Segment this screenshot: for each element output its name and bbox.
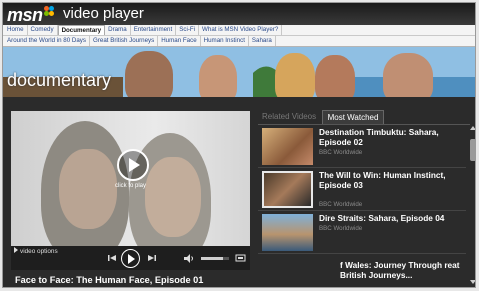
nav-tab-comedy[interactable]: Comedy <box>28 25 58 35</box>
list-item-title: Dire Straits: Sahara, Episode 04 <box>319 213 445 223</box>
video-options-label: video options <box>20 248 58 255</box>
documentary-banner: documentary <box>3 47 475 97</box>
nav-tab-home[interactable]: Home <box>4 25 28 35</box>
list-item-source: BBC Worldwide <box>319 225 363 232</box>
series-link-sahara[interactable]: Sahara <box>249 36 276 46</box>
play-button[interactable] <box>121 249 140 268</box>
banner-person-2 <box>199 55 237 97</box>
msn-video-player-window: msn video player Home Comedy Documentary… <box>2 2 476 288</box>
player-controls: video options <box>11 246 250 270</box>
series-link-around-the-world[interactable]: Around the World in 80 Days <box>4 36 90 46</box>
list-item[interactable]: Destination Timbuktu: Sahara, Episode 02… <box>258 125 466 168</box>
app-title: video player <box>63 5 144 22</box>
tab-related-videos[interactable]: Related Videos <box>262 112 316 121</box>
video-thumbnail <box>262 257 313 287</box>
list-scrollbar[interactable] <box>469 125 475 287</box>
click-to-play-label: click to play <box>115 183 147 189</box>
volume-slider[interactable] <box>201 257 229 260</box>
list-item-title: f Wales: Journey Through reat British Jo… <box>340 260 460 280</box>
nav-tab-drama[interactable]: Drama <box>105 25 131 35</box>
video-thumbnail <box>262 214 313 251</box>
episode-title: Face to Face: The Human Face, Episode 01 <box>15 275 204 285</box>
series-link-human-face[interactable]: Human Face <box>158 36 201 46</box>
list-item[interactable]: f Wales: Journey Through reat British Jo… <box>258 254 466 287</box>
video-thumbnail <box>262 128 313 165</box>
most-watched-list: Destination Timbuktu: Sahara, Episode 02… <box>258 125 466 287</box>
play-overlay-button[interactable] <box>117 149 149 181</box>
category-nav: Home Comedy Documentary Drama Entertainm… <box>3 25 475 36</box>
video-thumbnail <box>262 171 313 208</box>
next-icon[interactable] <box>147 253 157 263</box>
list-item[interactable]: The Will to Win: Human Instinct, Episode… <box>258 168 466 211</box>
msn-logo-text: msn <box>7 5 43 25</box>
video-frame[interactable]: click to play <box>11 111 250 246</box>
scroll-down-arrow-icon[interactable] <box>470 280 475 284</box>
nav-tab-entertainment[interactable]: Entertainment <box>131 25 177 35</box>
play-icon <box>128 253 135 264</box>
banner-person-3 <box>275 53 315 97</box>
video-options-toggle[interactable]: video options <box>14 247 58 255</box>
scroll-up-arrow-icon[interactable] <box>470 126 475 130</box>
header-bar: msn video player <box>3 3 475 25</box>
banner-person-4 <box>315 55 355 97</box>
list-item-title: Destination Timbuktu: Sahara, Episode 02 <box>319 127 439 147</box>
nav-tab-sci-fi[interactable]: Sci-Fi <box>176 25 200 35</box>
nav-tab-documentary[interactable]: Documentary <box>57 25 106 35</box>
tab-most-watched[interactable]: Most Watched <box>322 110 384 124</box>
volume-icon[interactable] <box>184 254 194 263</box>
series-nav: Around the World in 80 Days Great Britis… <box>3 36 475 47</box>
butterfly-icon <box>43 6 54 16</box>
banner-title: documentary <box>7 70 112 90</box>
banner-person-1 <box>125 51 173 97</box>
volume-level-fill <box>201 257 224 260</box>
list-item-source: BBC Worldwide <box>319 201 363 208</box>
banner-person-5 <box>383 53 433 97</box>
series-link-human-instinct[interactable]: Human Instinct <box>201 36 249 46</box>
scroll-thumb[interactable] <box>470 139 475 161</box>
play-icon <box>129 158 140 172</box>
series-link-great-british-journeys[interactable]: Great British Journeys <box>90 36 159 46</box>
previous-icon[interactable] <box>107 253 117 263</box>
list-item-source: BBC Worldwide <box>319 149 363 156</box>
msn-logo[interactable]: msn <box>7 4 54 24</box>
nav-tab-what-is[interactable]: What is MSN Video Player? <box>199 25 283 35</box>
list-item-title: The Will to Win: Human Instinct, Episode… <box>319 170 446 190</box>
list-item[interactable]: Dire Straits: Sahara, Episode 04 BBC Wor… <box>258 211 466 254</box>
sidebar-tabs: Related Videos Most Watched <box>258 110 468 124</box>
fullscreen-icon[interactable] <box>235 253 246 263</box>
triangle-right-icon <box>14 247 18 253</box>
